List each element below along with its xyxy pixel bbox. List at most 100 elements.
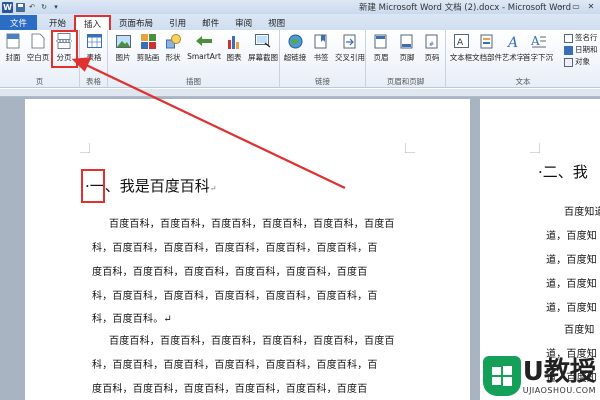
cross-reference-button[interactable]: 交叉引用 — [335, 33, 365, 63]
tab-review[interactable]: 审阅 — [227, 15, 260, 30]
blank-page-button[interactable]: 空白页 — [26, 33, 50, 63]
group-header-footer: 页眉 页脚 # 页码 页眉和页脚 — [366, 30, 446, 88]
margin-corner-top-right — [405, 143, 415, 153]
heading-2[interactable]: ·二、我 — [538, 161, 588, 182]
table-icon — [86, 33, 102, 49]
tab-references[interactable]: 引用 — [161, 15, 194, 30]
cursor-highlight-box — [81, 169, 105, 203]
tab-file[interactable]: 文件 — [0, 15, 38, 30]
group-label-links: 链接 — [315, 77, 330, 86]
textbox-icon: A — [453, 33, 469, 49]
body-line-4: 科，百度百科，百度百科，百度百科，百度百科，百度百科，百 — [92, 291, 378, 302]
body-line-5: 科，百度百科。↵ — [92, 314, 172, 325]
body-line-8: 度百科，百度百科，百度百科，百度百科，百度百科，百度百 — [92, 384, 368, 395]
signature-icon — [564, 33, 573, 43]
window-title: 新建 Microsoft Word 文档 (2).docx - Microsof… — [358, 3, 572, 13]
restore-button[interactable]: ▭ — [569, 0, 583, 12]
hyperlink-button[interactable]: 超链接 — [283, 33, 307, 63]
group-label-header-footer: 页眉和页脚 — [386, 77, 425, 86]
footer-button[interactable]: 页脚 — [395, 33, 419, 63]
body-line-3: 度百科，百度百科，百度百科，百度百科，百度百科，百度百 — [92, 267, 368, 278]
minimize-button[interactable]: – — [554, 0, 568, 12]
cover-button[interactable]: 封面 — [1, 33, 25, 63]
bookmark-button[interactable]: 书签 — [309, 33, 333, 63]
document-page-2[interactable]: ·二、我 百度知道 道，百度知 道，百度知 道，百度知 道，百度知 百度知 道，… — [480, 99, 600, 400]
datetime-button[interactable]: 日期和 — [564, 44, 598, 56]
table-button[interactable]: 表格 — [82, 33, 106, 63]
bookmark-icon — [313, 33, 329, 49]
group-label-text: 文本 — [515, 77, 531, 86]
page-break-highlight-box — [51, 30, 78, 68]
tab-home[interactable]: 开始 — [41, 15, 74, 30]
group-links: 超链接 书签 交叉引用 链接 — [280, 30, 366, 88]
screenshot-icon — [255, 33, 271, 49]
svg-text:A: A — [457, 38, 464, 48]
tab-insert[interactable]: 插入 — [74, 15, 112, 30]
tab-page-layout[interactable]: 页面布局 — [111, 15, 161, 30]
body-line-7: 科，百度百科，百度百科，百度百科，百度百科，百度百科，百 — [92, 360, 378, 371]
text-side-list: 签名行 日期和 对象 — [564, 32, 598, 68]
page2-line-3: 道，百度知 — [546, 255, 597, 266]
cross-reference-icon — [342, 33, 358, 49]
shapes-button[interactable]: 形状 — [161, 33, 185, 63]
close-button[interactable]: ✕ — [584, 0, 598, 12]
shapes-icon — [165, 33, 181, 49]
screenshot-button[interactable]: 屏幕截图 — [248, 33, 278, 63]
footer-icon — [399, 33, 415, 49]
clipart-button[interactable]: 剪贴画 — [136, 33, 160, 63]
dropcap-button[interactable]: A 首字下沉 — [523, 33, 553, 63]
margin-corner-top-left — [80, 143, 90, 153]
picture-icon — [115, 33, 131, 49]
group-label-tables: 表格 — [86, 77, 101, 86]
ruler — [0, 89, 600, 97]
page-number-button[interactable]: # 页码 — [420, 33, 444, 63]
quick-parts-icon — [479, 33, 495, 49]
quick-parts-button[interactable]: 文档部件 — [472, 33, 502, 63]
watermark-brand: U教授 — [522, 356, 596, 387]
page2-line-6: 百度知 — [564, 325, 595, 336]
blank-page-icon — [30, 33, 46, 49]
smartart-icon — [196, 33, 212, 49]
tab-mailings[interactable]: 邮件 — [194, 15, 227, 30]
dropcap-icon: A — [530, 33, 546, 49]
page2-line-5: 道，百度知 — [546, 303, 597, 314]
page2-line-2: 道，百度知 — [546, 231, 597, 242]
body-line-2: 科，百度百科，百度百科，百度百科，百度百科，百度百科，百 — [92, 243, 378, 254]
svg-text:A: A — [506, 35, 518, 49]
group-label-pages: 页 — [35, 77, 44, 86]
body-line-6: 百度百科，百度百科，百度百科，百度百科，百度百科，百度百 — [109, 336, 395, 347]
body-line-1: 百度百科，百度百科，百度百科，百度百科，百度百科，百度百 — [109, 219, 395, 230]
tab-view[interactable]: 视图 — [260, 15, 293, 30]
header-button[interactable]: 页眉 — [369, 33, 393, 63]
document-page-1[interactable]: ·一、我是百度百科↵ 百度百科，百度百科，百度百科，百度百科，百度百科，百度百 … — [25, 99, 470, 400]
calendar-icon — [564, 45, 573, 55]
group-label-illustrations: 插图 — [186, 77, 201, 86]
watermark-text: U教授 UJIAOSHOU.COM — [523, 358, 596, 395]
textbox-button[interactable]: A 文本框 — [449, 33, 473, 63]
wordart-button[interactable]: A 艺术字 — [501, 33, 525, 63]
page2-line-4: 道，百度知 — [546, 279, 597, 290]
title-bar: W ↶ ↻ ▾ 新建 Microsoft Word 文档 (2).docx - … — [0, 0, 600, 14]
svg-text:A: A — [531, 34, 540, 48]
ribbon-insert: 封面 空白页 分页 页 表格 表格 图片 剪贴画 形状 SmartArt 图表 … — [0, 30, 600, 88]
group-text: A 文本框 文档部件 A 艺术字 A 首字下沉 签名行 日期和 对象 文本 — [446, 30, 600, 88]
object-button[interactable]: 对象 — [564, 56, 598, 68]
chart-button[interactable]: 图表 — [222, 33, 246, 63]
signature-line-button[interactable]: 签名行 — [564, 32, 598, 44]
group-illustrations: 图片 剪贴画 形状 SmartArt 图表 屏幕截图 插图 — [108, 30, 280, 88]
window-controls: – ▭ ✕ — [554, 0, 598, 12]
header-icon — [373, 33, 389, 49]
group-pages: 封面 空白页 分页 页 — [0, 30, 80, 88]
smartart-button[interactable]: SmartArt — [187, 33, 221, 61]
clipart-icon — [140, 33, 156, 49]
group-tables: 表格 表格 — [80, 30, 108, 88]
picture-button[interactable]: 图片 — [111, 33, 135, 63]
chart-icon — [226, 33, 242, 49]
windows-shield-icon — [482, 356, 521, 396]
watermark-logo: U教授 UJIAOSHOU.COM — [482, 356, 596, 396]
watermark-url: UJIAOSHOU.COM — [522, 385, 596, 395]
hyperlink-globe-icon — [287, 33, 303, 49]
svg-text:#: # — [429, 41, 434, 48]
cover-page-icon — [5, 33, 21, 49]
ribbon-tabs: 文件 开始 插入 页面布局 引用 邮件 审阅 视图 — [0, 14, 600, 30]
